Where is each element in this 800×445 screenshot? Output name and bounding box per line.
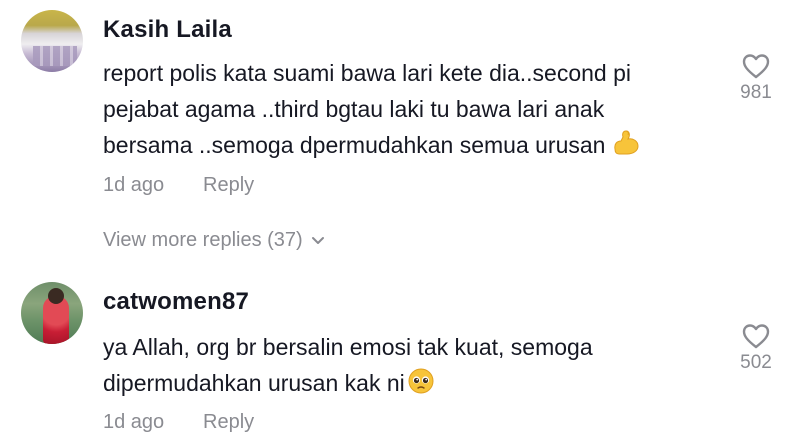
avatar[interactable] (21, 10, 83, 72)
comment-text-line: pejabat agama ..third bgtau laki tu bawa… (103, 96, 605, 122)
heart-icon (742, 324, 770, 349)
avatar[interactable] (21, 282, 83, 344)
view-more-replies[interactable]: View more replies (37) (103, 229, 325, 252)
comment-time: 1d ago (103, 411, 165, 433)
comment-text-line: dipermudahkan urusan kak ni (103, 365, 713, 405)
username[interactable]: catwomen87 (103, 288, 249, 316)
comment-meta: 1d ago Reply (103, 411, 254, 434)
reply-button[interactable]: Reply (203, 174, 254, 197)
like-count: 502 (740, 352, 772, 373)
like-button[interactable]: 981 (728, 52, 784, 104)
comment-text-line: bersama ..semoga dpermudahkan semua urus… (103, 127, 713, 167)
like-count: 981 (740, 82, 772, 103)
view-more-label: View more replies (37) (103, 229, 303, 251)
comment-text: report polis kata suami bawa lari kete d… (103, 55, 713, 167)
comment-text: ya Allah, org br bersalin emosi tak kuat… (103, 329, 713, 405)
reply-button[interactable]: Reply (203, 411, 254, 434)
comment-text-line: report polis kata suami bawa lari kete d… (103, 60, 632, 86)
chevron-down-icon (311, 236, 324, 244)
flexed-biceps-icon (611, 127, 641, 167)
username[interactable]: Kasih Laila (103, 16, 232, 44)
comment-meta: 1d ago Reply (103, 174, 254, 197)
comment-text-line: ya Allah, org br bersalin emosi tak kuat… (103, 334, 593, 360)
like-button[interactable]: 502 (728, 322, 784, 374)
heart-icon (742, 54, 770, 79)
pleading-face-icon (407, 367, 435, 405)
comment-time: 1d ago (103, 174, 165, 196)
